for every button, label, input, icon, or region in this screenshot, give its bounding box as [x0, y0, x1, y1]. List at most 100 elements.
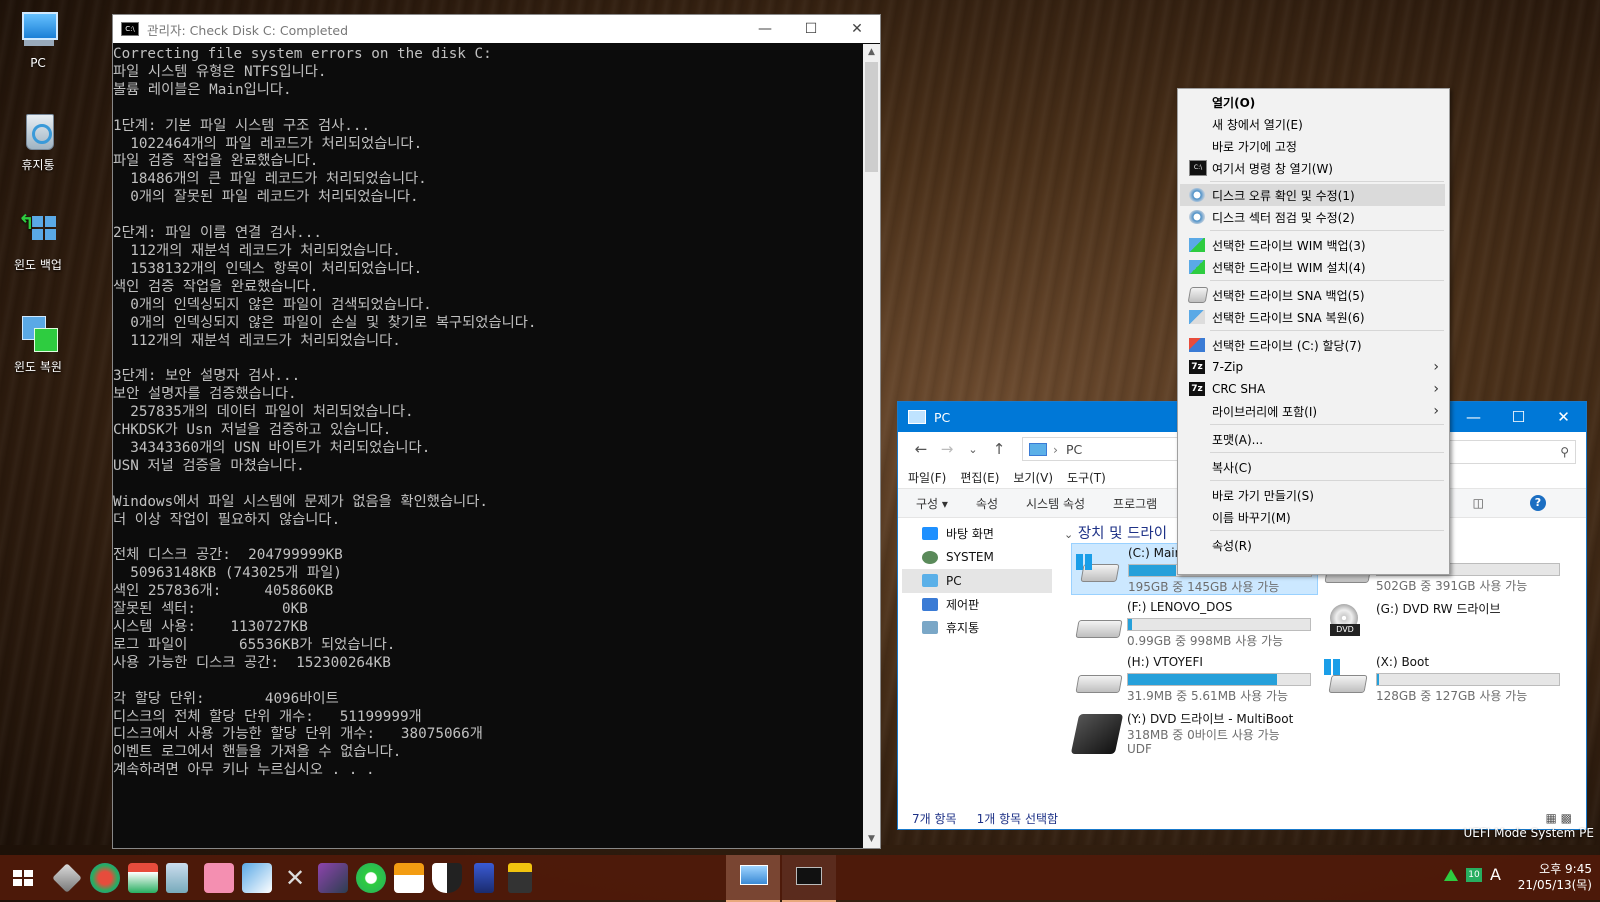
desktop-icon-pc[interactable]: PC	[6, 10, 70, 70]
drive-f[interactable]: (F:) LENOVO_DOS 0.99GB 중 998MB 사용 가능	[1071, 598, 1316, 648]
pc-icon	[922, 574, 938, 588]
organize-button[interactable]: 구성 ▾	[916, 495, 948, 512]
drive-x[interactable]: (X:) Boot 128GB 중 127GB 사용 가능	[1320, 653, 1565, 703]
drive-h[interactable]: (H:) VTOYEFI 31.9MB 중 5.61MB 사용 가능	[1071, 653, 1316, 703]
menu-item-7zip[interactable]: 7z 7-Zip ›	[1180, 356, 1445, 378]
nav-item-control-panel[interactable]: 제어판	[898, 593, 1058, 617]
recent-chevron-icon[interactable]: ⌄	[960, 443, 986, 456]
menu-item-open[interactable]: 열기(O)	[1180, 91, 1445, 113]
search-input[interactable]: ⚲	[1438, 440, 1576, 464]
tool-icon[interactable]	[52, 863, 82, 893]
start-button[interactable]	[10, 863, 36, 893]
menu-item-copy[interactable]: 복사(C)	[1180, 456, 1445, 478]
scroll-down-icon[interactable]: ▼	[863, 831, 880, 848]
scroll-up-icon[interactable]: ▲	[863, 44, 880, 61]
tools-icon[interactable]: ✕	[280, 863, 310, 893]
console-output[interactable]: Correcting file system errors on the dis…	[113, 44, 863, 848]
media-icon[interactable]	[318, 863, 348, 893]
menu-item-format[interactable]: 포맷(A)...	[1180, 428, 1445, 450]
menu-item-create-shortcut[interactable]: 바로 가기 만들기(S)	[1180, 484, 1445, 506]
scrollbar-thumb[interactable]	[865, 62, 878, 172]
menu-item-sector-check[interactable]: 디스크 섹터 점검 및 수정(2)	[1180, 206, 1445, 228]
sna-backup-icon	[1187, 287, 1209, 303]
drive-g[interactable]: DVD (G:) DVD RW 드라이브	[1320, 598, 1565, 648]
forward-arrow-icon[interactable]: →	[934, 440, 960, 458]
nav-item-system[interactable]: SYSTEM	[898, 546, 1058, 570]
desktop-icon-restore[interactable]: 윈도 복원	[6, 312, 70, 375]
menu-item-check-disk[interactable]: 디스크 오류 확인 및 수정(1)	[1180, 184, 1445, 206]
preview-pane-icon[interactable]: ◫	[1473, 496, 1484, 510]
network-icon[interactable]	[1444, 869, 1458, 881]
back-arrow-icon[interactable]: ←	[908, 440, 934, 458]
desktop-icon-recycle-bin[interactable]: 휴지통	[6, 110, 70, 173]
status-selection-count: 1개 항목 선택함	[976, 811, 1059, 826]
nav-item-label: 휴지통	[946, 621, 980, 636]
menu-item-include-library[interactable]: 라이브러리에 포함(I) ›	[1180, 400, 1445, 422]
nav-item-desktop[interactable]: 바탕 화면	[898, 522, 1058, 546]
drive-usage-fill	[1129, 565, 1177, 576]
drive-name: (H:) VTOYEFI	[1127, 655, 1203, 669]
menu-item-pin-quick-access[interactable]: 바로 가기에 고정	[1180, 135, 1445, 157]
chevron-right-icon: ›	[1433, 403, 1439, 419]
drive-usage-bar	[1127, 673, 1311, 686]
menu-file[interactable]: 파일(F)	[908, 469, 946, 486]
notification-badge[interactable]: 10	[1466, 868, 1482, 882]
menu-item-wim-backup[interactable]: 선택한 드라이브 WIM 백업(3)	[1180, 234, 1445, 256]
drive-y[interactable]: (Y:) DVD 드라이브 - MultiBoot 318MB 중 0바이트 사…	[1070, 708, 1316, 772]
view-toggle-icon[interactable]: ▦ ▩	[1546, 811, 1573, 825]
maximize-button[interactable]: ☐	[1496, 408, 1541, 426]
group-header[interactable]: ⌄ 장치 및 드라이	[1064, 522, 1167, 543]
close-button[interactable]: ✕	[834, 21, 880, 37]
taskbar-explorer-button[interactable]	[726, 855, 780, 902]
programs-button[interactable]: 프로그램	[1113, 495, 1157, 512]
system-properties-button[interactable]: 시스템 속성	[1026, 495, 1085, 512]
drive-usage-bar	[1127, 618, 1311, 631]
menu-item-sna-backup[interactable]: 선택한 드라이브 SNA 백업(5)	[1180, 284, 1445, 306]
sd-card-icon[interactable]	[508, 863, 532, 893]
up-arrow-icon[interactable]: ↑	[986, 440, 1012, 458]
dvd-drive-icon: DVD	[1328, 604, 1360, 636]
menu-item-open-cmd[interactable]: C:\ 여기서 명령 창 열기(W)	[1180, 157, 1445, 179]
menu-item-sna-restore[interactable]: 선택한 드라이브 SNA 복원(6)	[1180, 306, 1445, 328]
usb-drive-icon[interactable]	[166, 863, 188, 893]
app-grid-icon[interactable]	[204, 863, 234, 893]
console-window[interactable]: C:\ 관리자: Check Disk C: Completed — ☐ ✕ C…	[112, 14, 881, 849]
menu-edit[interactable]: 편집(E)	[960, 469, 999, 486]
fs-tool-icon[interactable]	[128, 863, 158, 893]
shield-icon[interactable]	[432, 863, 462, 893]
menu-item-rename[interactable]: 이름 바꾸기(M)	[1180, 506, 1445, 528]
menu-item-properties[interactable]: 속성(R)	[1180, 534, 1445, 556]
windows-drive-icon	[1076, 554, 1122, 584]
menu-item-crc-sha[interactable]: 7z CRC SHA ›	[1180, 378, 1445, 400]
status-item-count: 7개 항목	[912, 811, 957, 826]
recycle-bin-icon	[922, 621, 938, 635]
menu-item-open-new-window[interactable]: 새 창에서 열기(E)	[1180, 113, 1445, 135]
desktop-icon-backup[interactable]: ↰ 윈도 백업	[6, 210, 70, 273]
refresh-icon[interactable]	[356, 863, 386, 893]
partition-tool-icon[interactable]	[90, 863, 120, 893]
taskbar-console-button[interactable]	[782, 855, 836, 902]
minimize-button[interactable]: —	[742, 21, 788, 37]
minimize-button[interactable]: —	[1451, 408, 1496, 426]
properties-button[interactable]: 속성	[976, 495, 998, 512]
maximize-button[interactable]: ☐	[788, 21, 834, 37]
transfer-icon[interactable]	[394, 863, 424, 893]
phone-icon[interactable]	[474, 863, 494, 893]
watermark-text: UEFI Mode System PE	[1463, 826, 1594, 840]
console-scrollbar[interactable]: ▲ ▼	[863, 44, 880, 848]
windows-tool-icon[interactable]	[242, 863, 272, 893]
ime-indicator[interactable]: A	[1490, 865, 1501, 884]
clock[interactable]: 오후 9:45 21/05/13(목)	[1518, 861, 1592, 893]
menu-tools[interactable]: 도구(T)	[1067, 469, 1106, 486]
help-icon[interactable]: ?	[1530, 495, 1546, 511]
menu-view[interactable]: 보기(V)	[1013, 469, 1053, 486]
console-titlebar[interactable]: C:\ 관리자: Check Disk C: Completed — ☐ ✕	[113, 15, 880, 43]
close-button[interactable]: ✕	[1541, 408, 1586, 426]
disk-check-icon	[1189, 188, 1205, 202]
nav-item-recycle-bin[interactable]: 휴지통	[898, 616, 1058, 640]
nav-item-pc[interactable]: PC	[902, 569, 1052, 593]
drive-capacity: 128GB 중 127GB 사용 가능	[1376, 689, 1528, 703]
taskbar: ✕ 10 A 오후 9:45 21/05/13(목)	[0, 855, 1600, 902]
menu-item-wim-install[interactable]: 선택한 드라이브 WIM 설치(4)	[1180, 256, 1445, 278]
menu-item-assign-drive[interactable]: 선택한 드라이브 (C:) 할당(7)	[1180, 334, 1445, 356]
